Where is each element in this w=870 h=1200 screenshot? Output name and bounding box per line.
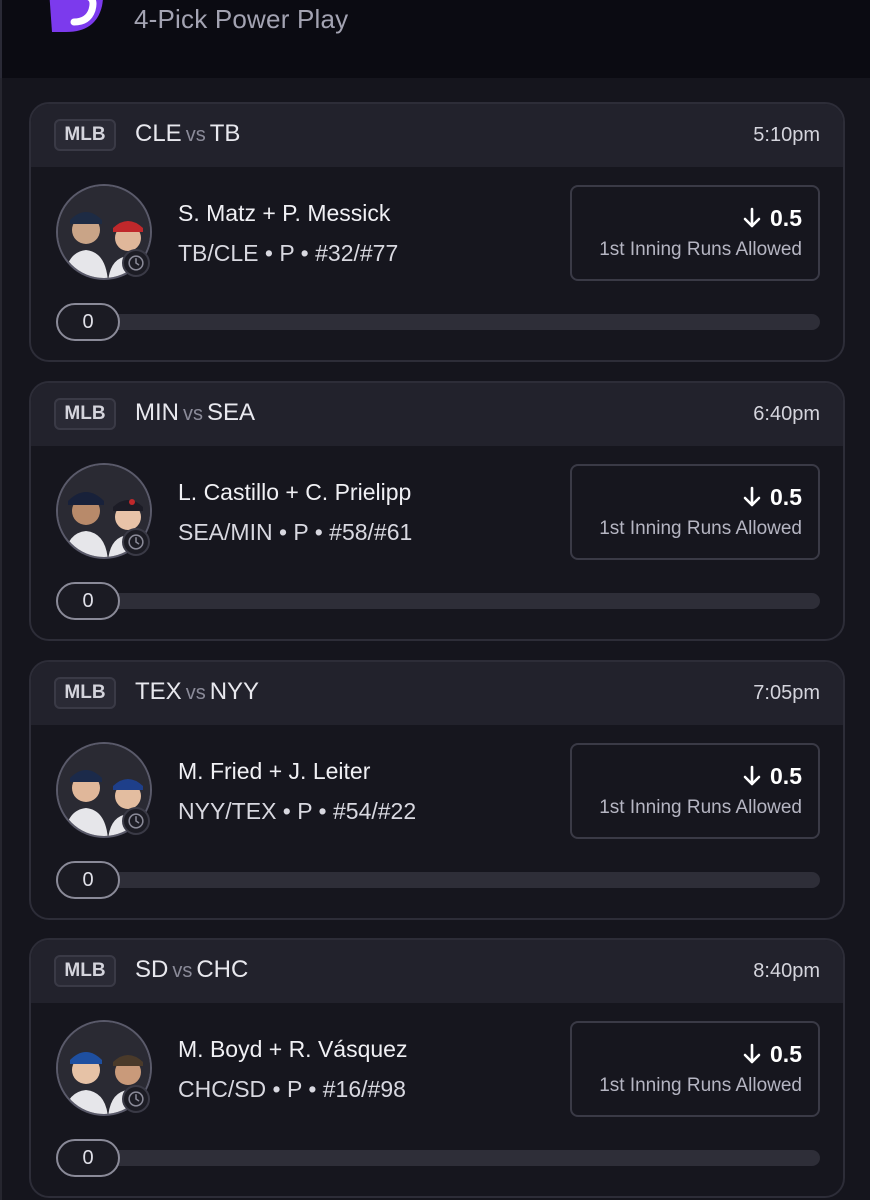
progress-track [56,872,820,888]
pick-card[interactable]: MLB SD vs CHC 8:40pm M. Boyd + R. Vásquez … [29,938,845,1198]
line-value: 0.5 [770,1041,802,1067]
projection-box[interactable]: 0.5 1st Inning Runs Allowed [570,1021,820,1117]
line-value: 0.5 [770,763,802,789]
player-meta: CHC/SD • P • #16/#98 [178,1076,406,1102]
league-badge: MLB [54,119,116,151]
progress-track [56,314,820,330]
clock-icon [122,528,150,556]
stat-type: 1st Inning Runs Allowed [599,239,802,260]
league-badge: MLB [54,398,116,430]
matchup: TEX vs NYY [135,678,259,706]
player-meta: NYY/TEX • P • #54/#22 [178,798,417,824]
line-value: 0.5 [770,205,802,231]
projection-box[interactable]: 0.5 1st Inning Runs Allowed [570,464,820,560]
game-time: 6:40pm [753,403,820,425]
card-header: MLB TEX vs NYY 7:05pm [31,662,843,725]
header: 4-Pick Power Play [0,0,870,78]
away-team: CHC [196,956,249,983]
card-header: MLB MIN vs SEA 6:40pm [31,383,843,446]
matchup: MIN vs SEA [135,399,255,427]
league-badge: MLB [54,955,116,987]
clock-icon [122,1085,150,1113]
vs-label: vs [185,682,206,704]
game-time: 5:10pm [753,124,820,146]
game-time: 7:05pm [753,682,820,704]
away-team: TB [209,120,241,147]
card-header: MLB CLE vs TB 5:10pm [31,104,843,167]
vs-label: vs [172,960,193,982]
player-meta: TB/CLE • P • #32/#77 [178,240,399,266]
projection-box[interactable]: 0.5 1st Inning Runs Allowed [570,185,820,281]
down-arrow-icon [743,486,761,507]
progress-value: 0 [56,1139,120,1177]
line-value: 0.5 [770,484,802,510]
prizepicks-logo-icon [49,0,103,32]
page-title: 4-Pick Power Play [134,4,349,34]
card-header: MLB SD vs CHC 8:40pm [31,940,843,1003]
player-names: M. Fried + J. Leiter [178,758,371,784]
projection-line: 0.5 [742,763,802,790]
matchup: SD vs CHC [135,956,248,984]
progress-value: 0 [56,303,120,341]
away-team: SEA [207,399,256,426]
stat-type: 1st Inning Runs Allowed [599,518,802,539]
vs-label: vs [183,403,203,425]
projection-line: 0.5 [742,1041,802,1068]
home-team: MIN [135,399,179,426]
clock-icon [122,249,150,277]
progress-value: 0 [56,861,120,899]
home-team: CLE [135,120,182,147]
progress-track [56,1150,820,1166]
pick-card[interactable]: MLB CLE vs TB 5:10pm S. Matz + P. Messick … [29,102,845,362]
player-names: M. Boyd + R. Vásquez [178,1036,408,1062]
down-arrow-icon [743,207,761,228]
matchup: CLE vs TB [135,120,240,148]
clock-icon [122,807,150,835]
vs-label: vs [185,124,206,146]
game-time: 8:40pm [753,960,820,982]
progress-track [56,593,820,609]
home-team: SD [135,956,169,983]
picks-list: MLB CLE vs TB 5:10pm S. Matz + P. Messick … [0,78,870,1200]
down-arrow-icon [743,1043,761,1064]
projection-line: 0.5 [742,205,802,232]
stat-type: 1st Inning Runs Allowed [599,797,802,818]
player-names: S. Matz + P. Messick [178,200,391,226]
home-team: TEX [135,678,182,705]
down-arrow-icon [743,765,761,786]
player-meta: SEA/MIN • P • #58/#61 [178,519,413,545]
progress-value: 0 [56,582,120,620]
pick-card[interactable]: MLB TEX vs NYY 7:05pm M. Fried + J. Leiter… [29,660,845,920]
away-team: NYY [209,678,260,705]
stat-type: 1st Inning Runs Allowed [599,1075,802,1096]
projection-box[interactable]: 0.5 1st Inning Runs Allowed [570,743,820,839]
projection-line: 0.5 [742,484,802,511]
pick-card[interactable]: MLB MIN vs SEA 6:40pm L. Castillo + C. Pri… [29,381,845,641]
player-names: L. Castillo + C. Prielipp [178,479,412,505]
league-badge: MLB [54,677,116,709]
